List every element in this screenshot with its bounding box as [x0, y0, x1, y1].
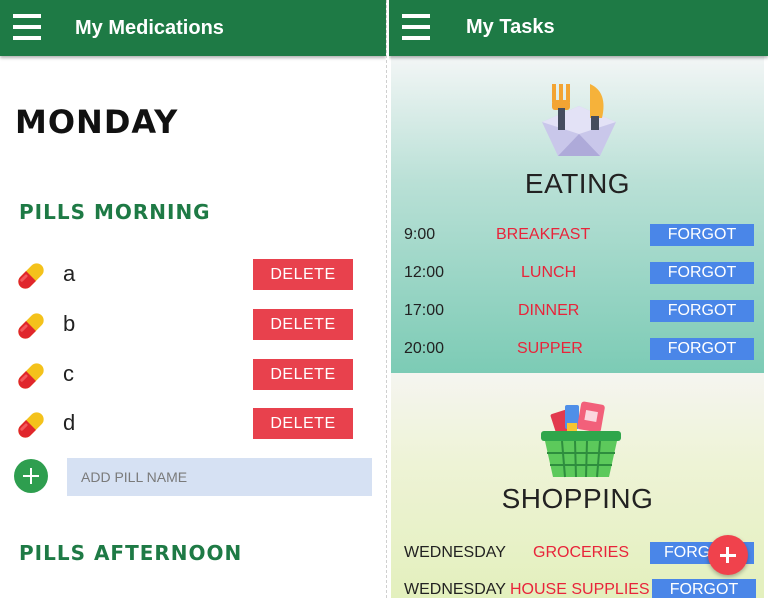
task-time: 17:00 [404, 302, 445, 319]
app-bar: My Medications [0, 0, 386, 56]
task-name: HOUSE SUPPLIES [510, 581, 650, 598]
menu-icon[interactable] [402, 14, 430, 40]
pill-icon [18, 363, 44, 389]
section-heading-afternoon: PILLS AFTERNOON [19, 541, 243, 565]
app-bar: My Tasks [389, 0, 768, 56]
delete-button[interactable]: DELETE [253, 408, 353, 439]
menu-icon[interactable] [13, 14, 41, 40]
pill-icon [18, 412, 44, 438]
task-day: WEDNESDAY [404, 581, 506, 598]
task-row: 9:00 BREAKFAST FORGOT [391, 224, 764, 248]
tasks-screen: My Tasks EATING 9:00 BREAKFAST FORGOT 12… [389, 0, 768, 598]
forgot-button[interactable]: FORGOT [650, 224, 754, 246]
pill-icon [18, 313, 44, 339]
task-card-shopping: SHOPPING WEDNESDAY GROCERIES FORG WEDNES… [391, 373, 764, 598]
task-name: LUNCH [521, 264, 577, 281]
add-pill-input[interactable] [67, 458, 372, 496]
card-title: SHOPPING [501, 483, 654, 514]
fork-knife-icon [542, 84, 616, 156]
pill-row: d DELETE [14, 408, 354, 442]
forgot-button[interactable]: FORGOT [650, 338, 754, 360]
pill-name: d [63, 410, 76, 435]
app-title: My Medications [75, 17, 224, 39]
task-name: DINNER [518, 302, 580, 319]
add-pill-button[interactable] [14, 459, 48, 493]
add-task-fab[interactable] [708, 535, 748, 575]
task-name: SUPPER [517, 340, 583, 357]
delete-button[interactable]: DELETE [253, 309, 353, 340]
card-title: EATING [524, 168, 631, 199]
task-row: 17:00 DINNER FORGOT [391, 300, 764, 324]
pill-name: c [63, 361, 74, 386]
task-time: 9:00 [404, 226, 436, 243]
section-heading-morning: PILLS MORNING [19, 200, 211, 224]
forgot-button[interactable]: FORGOT [650, 300, 754, 322]
task-name: BREAKFAST [496, 226, 591, 243]
medications-screen: My Medications MONDAY PILLS MORNING a DE… [0, 0, 386, 598]
task-row: 12:00 LUNCH FORGOT [391, 262, 764, 286]
task-name: GROCERIES [533, 544, 630, 561]
pill-name: b [63, 311, 76, 336]
day-heading: MONDAY [15, 103, 179, 141]
forgot-button[interactable]: FORGOT [652, 579, 756, 598]
forgot-button[interactable]: FORGOT [650, 262, 754, 284]
task-row: WEDNESDAY HOUSE SUPPLIES FORGOT [391, 579, 764, 598]
task-row: 20:00 SUPPER FORGOT [391, 338, 764, 362]
delete-button[interactable]: DELETE [253, 259, 353, 290]
task-card-eating: EATING 9:00 BREAKFAST FORGOT 12:00 LUNCH… [391, 56, 764, 373]
pill-name: a [63, 261, 76, 286]
pill-icon [18, 263, 44, 289]
app-title: My Tasks [466, 16, 555, 38]
task-time: 20:00 [404, 340, 445, 357]
task-day: WEDNESDAY [404, 544, 506, 561]
task-time: 12:00 [404, 264, 445, 281]
delete-button[interactable]: DELETE [253, 359, 353, 390]
pill-row: a DELETE [14, 259, 354, 293]
pill-row: c DELETE [14, 359, 354, 393]
pill-row: b DELETE [14, 309, 354, 343]
shopping-basket-icon [541, 401, 621, 478]
